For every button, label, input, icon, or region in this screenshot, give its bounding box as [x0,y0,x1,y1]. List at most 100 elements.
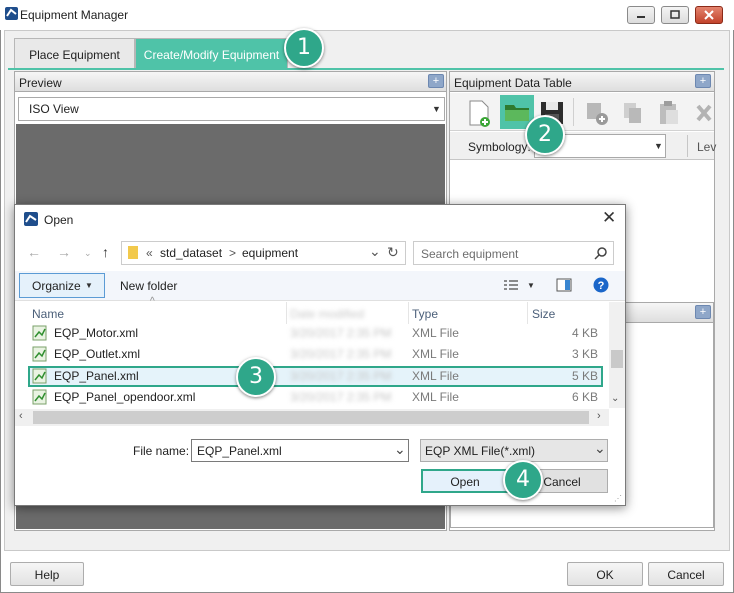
search-input[interactable]: Search equipment [413,241,614,265]
file-date: 3/20/2017 2:35 PM [290,326,392,340]
column-separator [527,302,528,324]
preview-pane-icon[interactable] [556,278,572,292]
callout-badge-4: 4 [503,460,543,500]
file-size: 5 KB [571,369,598,383]
column-header-size[interactable]: Size [532,307,555,321]
help-button[interactable]: Help [10,562,84,586]
file-type: XML File [412,347,459,361]
scroll-left-icon[interactable]: ‹ [19,410,23,422]
xml-file-icon [32,368,47,384]
refresh-icon[interactable]: ↻ [387,244,399,261]
chevron-down-icon[interactable]: ▼ [527,281,535,290]
back-arrow-icon[interactable]: ← [27,244,41,260]
chevron-down-icon[interactable]: ⌄ [394,441,406,458]
breadcrumb-prefix: « [146,246,153,260]
maximize-button[interactable] [661,6,689,24]
search-icon [594,247,607,260]
delete-icon[interactable] [692,98,714,128]
tab-underline [8,68,724,70]
xml-file-icon [32,325,47,341]
maximize-icon [670,10,680,19]
up-arrow-icon[interactable]: ↑ [102,244,109,260]
file-type: XML File [412,326,459,340]
file-row[interactable]: EQP_Motor.xml 3/20/2017 2:35 PM XML File… [28,323,602,344]
view-select-value: ISO View [29,102,79,116]
pin-icon[interactable]: + [695,74,711,88]
tab-place-equipment[interactable]: Place Equipment [14,38,135,69]
equipment-data-table-header: Equipment Data Table + [449,71,715,92]
callout-badge-2: 2 [525,115,565,155]
view-options-icon[interactable] [503,279,519,291]
title-bar: Equipment Manager [0,0,734,30]
organize-button[interactable]: Organize ▼ [19,273,105,298]
column-header-name[interactable]: Name [32,307,64,321]
open-button[interactable]: Open [421,469,509,493]
tab-create-modify-equipment[interactable]: Create/Modify Equipment [135,38,288,69]
toolbar-separator [573,98,574,126]
symbology-label: Symbology: [468,140,531,154]
level-label: Lev [697,140,717,154]
new-folder-button[interactable]: New folder [120,279,177,293]
close-button[interactable] [695,6,723,24]
callout-badge-3: 3 [236,357,276,397]
vertical-scroll-thumb[interactable] [611,350,623,368]
minimize-icon [637,16,645,18]
pin-icon[interactable]: + [428,74,444,88]
preview-title: Preview [19,76,62,90]
organize-label: Organize [32,279,81,293]
paste-icon[interactable] [654,98,684,128]
chevron-down-icon: ⌄ [594,440,606,456]
cancel-button[interactable]: Cancel [648,562,724,586]
breadcrumb-std-dataset[interactable]: std_dataset [160,246,222,260]
file-type: XML File [412,390,459,404]
svg-text:?: ? [598,280,605,292]
resize-grip-icon[interactable]: ⋰ [614,494,622,503]
pin-icon[interactable]: + [695,305,711,319]
view-select[interactable]: ISO View ▼ [18,97,445,121]
dialog-title: Open [44,213,74,227]
xml-file-icon [32,389,47,405]
add-equipment-icon[interactable] [582,98,612,128]
help-icon[interactable]: ? [593,277,609,293]
address-bar[interactable]: « std_dataset > equipment ⌄ ↻ [121,241,406,265]
file-type: XML File [412,369,459,383]
copy-icon[interactable] [618,98,648,128]
file-name: EQP_Panel_opendoor.xml [54,390,196,404]
file-name-input[interactable]: EQP_Panel.xml [191,439,409,462]
scroll-right-icon[interactable]: › [597,410,601,422]
file-date: 3/20/2017 2:35 PM [290,390,392,404]
recent-dropdown-icon[interactable]: ⌄ [84,248,92,259]
horizontal-scroll-thumb[interactable] [33,411,589,424]
chevron-down-icon: ▼ [85,281,93,290]
ok-button[interactable]: OK [567,562,643,586]
file-row[interactable]: EQP_Panel_opendoor.xml 3/20/2017 2:35 PM… [28,387,602,408]
file-date: 3/20/2017 2:35 PM [290,369,392,383]
file-row[interactable]: EQP_Outlet.xml 3/20/2017 2:35 PM XML Fil… [28,344,602,365]
window-title: Equipment Manager [20,8,129,22]
file-row-selected[interactable]: EQP_Panel.xml 3/20/2017 2:35 PM XML File… [28,366,602,387]
file-name-label: File name: [133,444,190,458]
folder-icon [128,246,138,259]
breadcrumb-equipment[interactable]: equipment [242,246,298,260]
close-icon [704,10,714,20]
toolbar-separator [687,135,688,157]
file-date: 3/20/2017 2:35 PM [290,347,392,361]
address-dropdown-icon[interactable]: ⌄ [369,243,381,260]
file-name: EQP_Motor.xml [54,326,139,340]
file-name: EQP_Outlet.xml [54,347,141,361]
column-separator [286,302,287,324]
file-size: 3 KB [571,347,598,361]
column-separator [408,302,409,324]
callout-badge-1: 1 [284,28,324,68]
forward-arrow-icon[interactable]: → [57,244,71,260]
column-header-type[interactable]: Type [412,307,438,321]
column-header-date[interactable]: Date modified [290,307,364,321]
new-file-icon[interactable] [464,98,494,128]
minimize-button[interactable] [627,6,655,24]
file-type-select[interactable]: EQP XML File(*.xml) ⌄ [420,439,608,462]
preview-header: Preview + [14,71,447,92]
breadcrumb-separator: > [229,246,237,260]
equipment-data-table-title: Equipment Data Table [454,76,572,90]
dialog-close-icon[interactable]: ✕ [602,208,616,228]
scroll-down-icon[interactable]: ⌄ [611,393,619,404]
